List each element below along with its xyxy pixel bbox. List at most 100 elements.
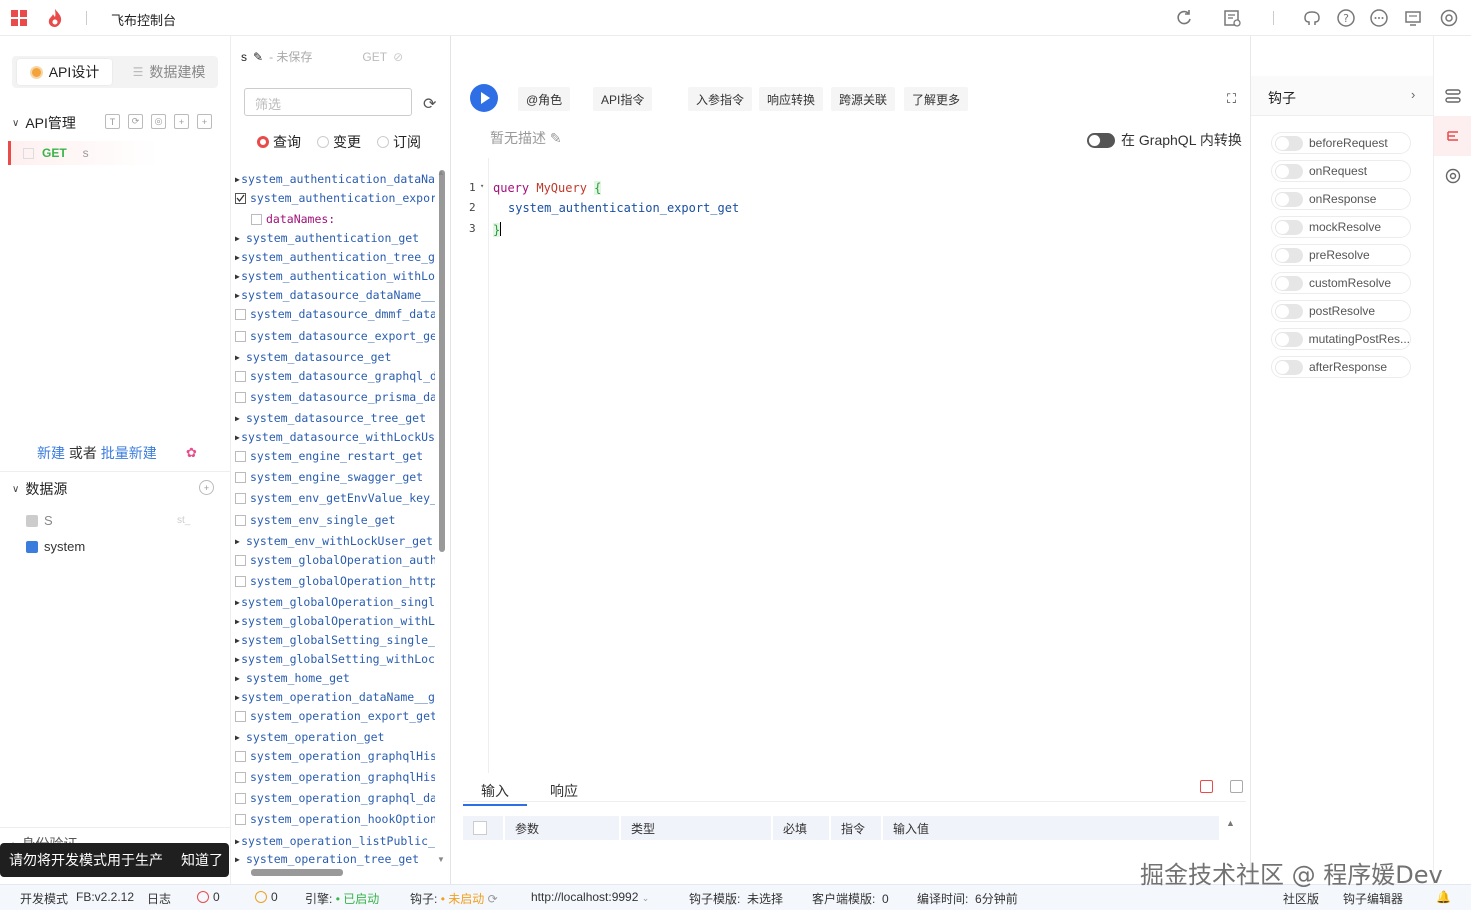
operation-item[interactable]: ▶ system_operation_get [235, 728, 435, 746]
chevron-right-icon[interactable]: › [1411, 87, 1415, 102]
operation-item[interactable]: system_operation_export_get [235, 707, 435, 725]
refresh-icon[interactable]: ⟳ [488, 892, 498, 906]
hook-item[interactable]: beforeRequest [1271, 132, 1411, 154]
collapse-icon[interactable] [1230, 780, 1243, 793]
hook-item[interactable]: postResolve [1271, 300, 1411, 322]
graphql-transform-toggle[interactable]: 在 GraphQL 内转换 [1087, 130, 1242, 150]
hook-toggle[interactable] [1275, 191, 1303, 207]
toolbar-input-directive-button[interactable]: 入参指令 [688, 87, 753, 111]
operation-item[interactable]: ▶ system_operation_tree_get [235, 850, 435, 868]
operation-item[interactable]: ▶ system_datasource_tree_get [235, 409, 435, 427]
scroll-down-icon[interactable]: ▼ [437, 855, 445, 864]
tab-input[interactable]: 输入 [463, 781, 527, 806]
add-datasource-icon[interactable]: + [199, 480, 214, 495]
radio-query[interactable]: 查询 [257, 132, 301, 152]
fold-icon[interactable]: ▾ [480, 182, 484, 190]
hook-item[interactable]: onResponse [1271, 188, 1411, 210]
operation-item[interactable]: system_env_single_get [235, 511, 435, 529]
toolbar-role-button[interactable]: @角色 [518, 87, 571, 111]
expand-arrow-icon[interactable]: ▶ [235, 414, 246, 423]
hooks-url[interactable]: http://localhost:9992 ⌄ [531, 890, 649, 904]
operation-checkbox[interactable] [235, 813, 246, 825]
operation-checkbox[interactable] [235, 391, 246, 403]
operation-item[interactable]: ▶ system_datasource_dataName__ [235, 286, 435, 304]
operation-item[interactable]: system_engine_restart_get [235, 447, 435, 465]
layers-icon[interactable] [1434, 76, 1471, 116]
expand-arrow-icon[interactable]: ▶ [235, 234, 246, 243]
select-all-checkbox[interactable] [463, 816, 503, 840]
warning-ok-button[interactable]: 知道了 [181, 850, 223, 870]
api-item[interactable]: GET s [8, 141, 158, 165]
settings-icon[interactable] [1439, 8, 1459, 28]
add-file-icon[interactable]: + [197, 114, 212, 129]
operation-item[interactable]: dataNames: [235, 210, 435, 228]
hook-item[interactable]: preResolve [1271, 244, 1411, 266]
vertical-scrollbar[interactable] [439, 170, 445, 552]
new-api-link[interactable]: 新建 [37, 445, 65, 461]
checkbox[interactable] [473, 821, 487, 835]
operation-checkbox[interactable] [235, 771, 246, 783]
hook-item[interactable]: customResolve [1271, 272, 1411, 294]
notification-icon[interactable]: 🔔 [1436, 890, 1451, 904]
hook-icon[interactable] [1434, 116, 1471, 156]
refresh-icon[interactable] [1174, 8, 1194, 28]
community-edition[interactable]: 社区版 [1283, 890, 1319, 907]
operation-item[interactable]: ▶ system_authentication_get [235, 229, 435, 247]
operation-checkbox[interactable] [235, 370, 246, 382]
hook-item[interactable]: mockResolve [1271, 216, 1411, 238]
operation-checkbox[interactable] [235, 450, 246, 462]
operation-checkbox[interactable] [235, 575, 246, 587]
toolbar-cross-source-button[interactable]: 跨源关联 [831, 87, 896, 111]
run-button[interactable] [470, 84, 498, 112]
operation-item[interactable]: system_operation_graphql_dat [235, 789, 435, 807]
operation-item[interactable]: system_datasource_graphql_da [235, 367, 435, 385]
apps-grid-icon[interactable] [11, 10, 27, 26]
fullscreen-icon[interactable]: ⛶ [1227, 91, 1236, 107]
operation-item[interactable]: system_datasource_export_get [235, 327, 435, 345]
operation-item[interactable]: ▶ system_authentication_tree_g [235, 248, 435, 266]
hook-toggle[interactable] [1275, 303, 1303, 319]
toolbar-api-directive-button[interactable]: API指令 [593, 87, 653, 111]
client-template[interactable]: 客户端模版: 0 [812, 890, 889, 907]
operation-item[interactable]: system_datasource_dmmf_dataN [235, 305, 435, 323]
log-button[interactable]: 日志 [147, 890, 171, 907]
view-icon[interactable]: ◎ [151, 114, 166, 129]
edit-icon[interactable]: ✎ [550, 130, 562, 146]
toolbar-response-transform-button[interactable]: 响应转换 [759, 87, 824, 111]
operation-item[interactable]: system_authentication_export [235, 189, 435, 207]
operation-item[interactable]: system_operation_graphqlHist [235, 747, 435, 765]
hook-template[interactable]: 钩子模版: 未选择 [689, 890, 783, 907]
expand-arrow-icon[interactable]: ▶ [235, 855, 246, 864]
operation-checkbox[interactable] [235, 750, 246, 762]
api-item-checkbox[interactable] [23, 147, 34, 159]
clear-icon[interactable] [1200, 780, 1213, 793]
argument-checkbox[interactable] [251, 213, 262, 225]
operation-item[interactable]: ▶ system_operation_dataName__g [235, 688, 435, 706]
filter-icon[interactable]: T [105, 114, 120, 129]
operation-item[interactable]: system_operation_hookOptions [235, 810, 435, 828]
scroll-up-icon[interactable]: ▲ [1226, 818, 1235, 828]
horizontal-scrollbar[interactable] [251, 869, 343, 876]
error-count[interactable]: 0 [197, 890, 220, 904]
operation-item[interactable]: ▶ system_authentication_withLo [235, 267, 435, 285]
operation-checkbox[interactable] [235, 514, 246, 526]
link-icon[interactable]: ⊘ [393, 50, 403, 64]
datasource-item[interactable]: S st_ [26, 513, 190, 528]
hook-editor-button[interactable]: 钩子编辑器 [1343, 890, 1403, 907]
operation-item[interactable]: ▶ system_globalSetting_single_ [235, 631, 435, 649]
operation-checkbox[interactable] [235, 792, 246, 804]
scroll-up-icon[interactable]: ▲ [437, 168, 445, 177]
operation-item[interactable]: system_datasource_prisma_dat [235, 388, 435, 406]
document-settings-icon[interactable] [1222, 8, 1242, 28]
expand-arrow-icon[interactable]: ▶ [235, 674, 246, 683]
operation-checkbox[interactable] [235, 471, 246, 483]
hook-item[interactable]: onRequest [1271, 160, 1411, 182]
datasource-item[interactable]: system [26, 539, 85, 554]
operation-checkbox[interactable] [235, 308, 246, 320]
description[interactable]: 暂无描述 ✎ [490, 128, 562, 148]
operation-item[interactable]: system_engine_swagger_get [235, 468, 435, 486]
hook-toggle[interactable] [1275, 163, 1303, 179]
hook-item[interactable]: mutatingPostRes... [1271, 328, 1411, 350]
warning-count[interactable]: 0 [255, 890, 278, 904]
tab-data-modeling[interactable]: ☰ 数据建模 [124, 59, 214, 85]
